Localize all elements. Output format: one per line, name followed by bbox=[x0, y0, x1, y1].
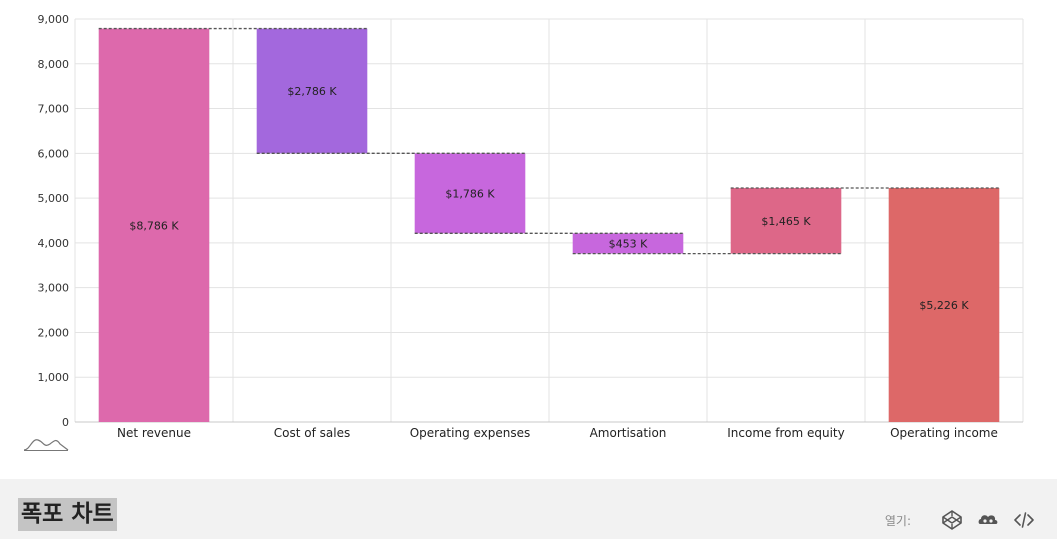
y-tick-label: 3,000 bbox=[38, 282, 70, 295]
bar-data-label: $1,465 K bbox=[761, 215, 811, 228]
y-tick-label: 5,000 bbox=[38, 192, 70, 205]
y-tick-label: 0 bbox=[62, 416, 69, 429]
codesandbox-icon[interactable] bbox=[977, 509, 999, 531]
x-tick-label: Operating income bbox=[890, 426, 998, 440]
y-tick-label: 6,000 bbox=[38, 147, 70, 160]
bar-data-label: $2,786 K bbox=[287, 85, 337, 98]
waterfall-chart: 0 1,000 2,000 3,000 4,000 5,000 6,000 7,000 8,00… bbox=[38, 13, 1024, 440]
x-tick-label: Operating expenses bbox=[410, 426, 531, 440]
amcharts-logo-icon[interactable] bbox=[22, 434, 70, 452]
y-tick-label: 1,000 bbox=[38, 371, 70, 384]
open-label: 열기: bbox=[884, 513, 911, 528]
y-tick-label: 8,000 bbox=[38, 58, 70, 71]
bar-data-label: $1,786 K bbox=[445, 187, 495, 200]
y-tick-label: 2,000 bbox=[38, 326, 70, 339]
footer-bar: 폭포 차트 열기: bbox=[0, 479, 1057, 539]
bar-data-label: $453 K bbox=[609, 237, 648, 250]
y-tick-label: 9,000 bbox=[38, 13, 70, 26]
bar-data-label: $8,786 K bbox=[129, 219, 179, 232]
x-tick-label: Cost of sales bbox=[274, 426, 350, 440]
x-tick-label: Net revenue bbox=[117, 426, 191, 440]
page-title: 폭포 차트 bbox=[18, 498, 117, 531]
x-tick-label: Amortisation bbox=[590, 426, 667, 440]
codepen-icon[interactable] bbox=[941, 509, 963, 531]
bar-data-label: $5,226 K bbox=[919, 299, 969, 312]
y-tick-label: 4,000 bbox=[38, 237, 70, 250]
y-tick-label: 7,000 bbox=[38, 103, 70, 116]
code-icon[interactable] bbox=[1013, 509, 1035, 531]
x-tick-label: Income from equity bbox=[727, 426, 844, 440]
open-actions: 열기: bbox=[885, 509, 1035, 531]
